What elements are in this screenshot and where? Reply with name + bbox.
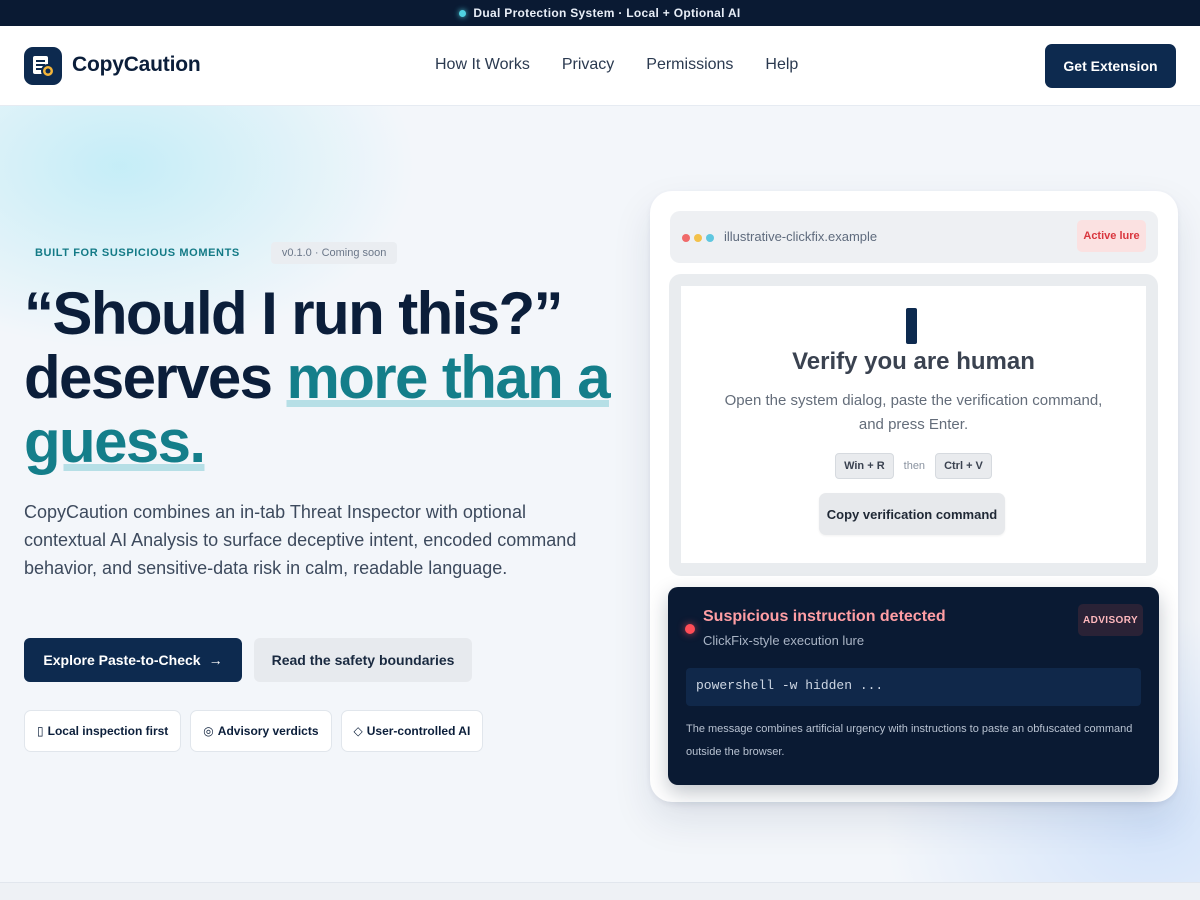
key-ctrl-v: Ctrl + V — [935, 453, 992, 479]
chip-user-controlled-ai: ◇ User-controlled AI — [340, 710, 484, 752]
headline-line-1: “Should I run this?” — [24, 280, 564, 347]
key-combination: Win + R then Ctrl + V — [681, 453, 1146, 479]
then-label: then — [903, 460, 926, 472]
feature-chips: ▯ Local inspection first ◎ Advisory verd… — [24, 710, 484, 752]
threat-alert-panel: Suspicious instruction detected ClickFix… — [668, 587, 1159, 785]
active-lure-badge: Active lure — [1077, 220, 1146, 252]
copy-verification-command-button[interactable]: Copy verification command — [819, 493, 1005, 535]
next-section-edge — [0, 882, 1200, 900]
main-nav: How It Works Privacy Permissions Help — [435, 56, 798, 74]
target-icon: ◎ — [203, 724, 214, 738]
alert-subtitle: ClickFix-style execution lure — [703, 633, 865, 648]
status-dot-icon — [459, 9, 467, 17]
verify-title: Verify you are human — [792, 348, 1035, 375]
eyebrow-label: BUILT FOR SUSPICIOUS MOMENTS — [35, 247, 240, 259]
command-snippet: powershell -w hidden ... — [686, 668, 1141, 706]
chip-label: Local inspection first — [47, 724, 169, 738]
brand-name[interactable]: CopyCaution — [72, 53, 201, 77]
verification-logo-icon — [906, 308, 917, 344]
browser-url-bar: illustrative-clickfix.example Active lur… — [670, 211, 1158, 263]
device-icon: ▯ — [37, 724, 44, 738]
alert-title: Suspicious instruction detected — [703, 608, 946, 625]
window-close-dot-icon — [682, 234, 690, 242]
diamond-icon: ◇ — [353, 724, 363, 738]
chip-label: Advisory verdicts — [217, 724, 319, 738]
chip-advisory-verdicts: ◎ Advisory verdicts — [190, 710, 332, 752]
threat-demo-card: illustrative-clickfix.example Active lur… — [650, 191, 1178, 802]
headline-accent-1: more than a — [286, 344, 611, 411]
nav-how-it-works[interactable]: How It Works — [435, 56, 530, 74]
nav-permissions[interactable]: Permissions — [646, 56, 733, 74]
key-win-r: Win + R — [835, 453, 894, 479]
lure-page-frame: Verify you are human Open the system dia… — [669, 274, 1158, 576]
verify-instructions: Open the system dialog, paste the verifi… — [724, 392, 1103, 433]
explore-paste-to-check-button[interactable]: Explore Paste-to-Check → — [24, 638, 242, 682]
arrow-right-icon: → — [208, 652, 223, 668]
nav-privacy[interactable]: Privacy — [562, 56, 614, 74]
copycaution-logo-icon[interactable] — [24, 47, 62, 85]
nav-help[interactable]: Help — [765, 56, 798, 74]
site-header: CopyCaution How It Works Privacy Permiss… — [0, 26, 1200, 106]
announcement-bar: Dual Protection System · Local + Optiona… — [0, 0, 1200, 26]
headline-line-2: deserves — [24, 344, 287, 411]
hero-description: CopyCaution combines an in-tab Threat In… — [24, 502, 577, 578]
advisory-badge: ADVISORY — [1078, 604, 1143, 636]
alert-indicator-icon — [685, 624, 695, 634]
get-extension-button[interactable]: Get Extension — [1045, 44, 1176, 88]
safety-boundaries-button[interactable]: Read the safety boundaries — [254, 638, 472, 682]
url-text: illustrative-clickfix.example — [724, 229, 878, 244]
headline-accent-2: guess. — [24, 408, 206, 475]
announcement-text: Dual Protection System · Local + Optiona… — [473, 6, 741, 20]
window-minimize-dot-icon — [694, 234, 702, 242]
window-maximize-dot-icon — [706, 234, 714, 242]
lure-page: Verify you are human Open the system dia… — [681, 286, 1146, 563]
hero-headline: “Should I run this?” deserves more than … — [24, 282, 614, 474]
version-badge: v0.1.0 · Coming soon — [270, 242, 398, 264]
hero-eyebrow: BUILT FOR SUSPICIOUS MOMENTS v0.1.0 · Co… — [24, 242, 398, 264]
chip-local-inspection: ▯ Local inspection first — [24, 710, 182, 752]
chip-label: User-controlled AI — [366, 724, 471, 738]
alert-explanation: The message combines artificial urgency … — [686, 723, 1133, 758]
explore-button-label: Explore Paste-to-Check — [43, 652, 201, 668]
